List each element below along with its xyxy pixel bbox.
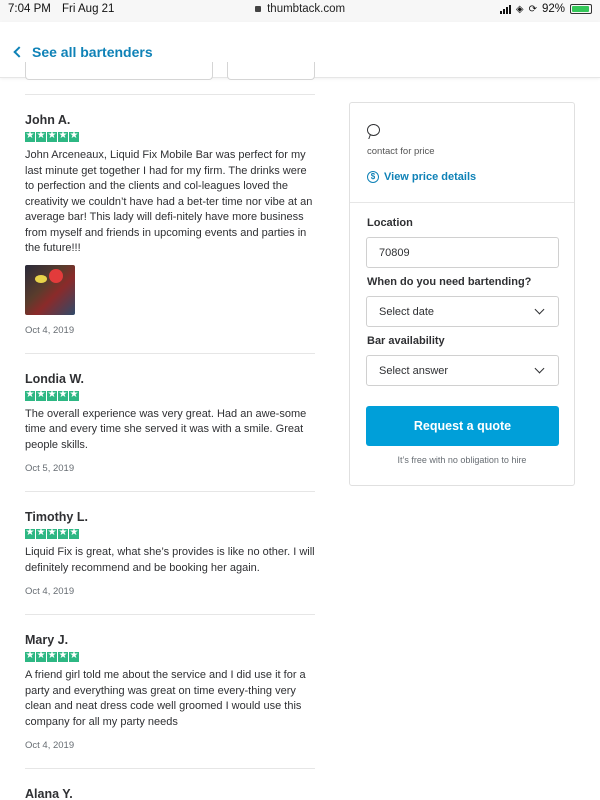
card-divider [350, 202, 574, 203]
star-icon [47, 130, 57, 142]
wifi-icon: ◈ [515, 3, 524, 15]
availability-select-value: Select answer [379, 365, 449, 377]
reviews-list: John A. John Arceneaux, Liquid Fix Mobil… [25, 94, 315, 800]
see-all-bartenders-link[interactable]: See all bartenders [12, 44, 153, 60]
review-text: The overall experience was very great. H… [25, 407, 307, 451]
chat-bubble-icon [367, 124, 380, 136]
status-bar: 7:04 PM Fri Aug 21 thumbtack.com ◈ ⟳ 92% [0, 0, 600, 22]
star-rating [25, 650, 315, 662]
star-icon [36, 650, 46, 662]
lock-icon [254, 6, 261, 12]
date-select-value: Select date [379, 306, 435, 318]
star-icon [58, 389, 68, 401]
star-icon [36, 130, 46, 142]
location-input[interactable]: 70809 [366, 237, 559, 268]
back-link-label: See all bartenders [32, 44, 153, 60]
star-icon [36, 527, 46, 539]
star-icon [69, 389, 79, 401]
star-icon [47, 389, 57, 401]
availability-select[interactable]: Select answer [366, 355, 559, 386]
rotation-lock-icon: ⟳ [528, 3, 537, 15]
star-rating [25, 389, 315, 401]
star-icon [58, 527, 68, 539]
review-item: Mary J. A friend girl told me about the … [25, 615, 315, 769]
price-details-label: View price details [384, 171, 477, 183]
cut-off-button-left[interactable] [25, 62, 213, 80]
review-item: Alana Y. [25, 769, 315, 800]
star-icon [69, 130, 79, 142]
status-right: ◈ ⟳ 92% [499, 3, 592, 15]
star-icon [25, 130, 35, 142]
star-icon [47, 650, 57, 662]
location-value: 70809 [379, 247, 410, 259]
reviewer-name: Londia W. [25, 371, 85, 386]
location-label: Location [367, 217, 413, 229]
chevron-down-icon [534, 363, 545, 374]
review-date: Oct 4, 2019 [25, 324, 75, 336]
star-icon [25, 650, 35, 662]
review-text: Liquid Fix is great, what she’s provides… [25, 546, 315, 574]
star-icon [25, 527, 35, 539]
reviewer-name: John A. [25, 113, 71, 127]
dollar-circle-icon: $ [367, 171, 379, 183]
cut-off-button-right[interactable] [227, 62, 315, 80]
battery-icon [570, 4, 592, 14]
contact-for-price: contact for price [367, 146, 435, 157]
url-text: thumbtack.com [267, 3, 346, 15]
review-photo-thumbnail[interactable] [25, 264, 75, 315]
star-icon [47, 527, 57, 539]
date-label: When do you need bartending? [367, 276, 532, 288]
star-icon [58, 130, 68, 142]
reviewer-name: Timothy L. [25, 510, 88, 524]
reviewer-name: Mary J. [25, 633, 69, 647]
request-quote-button[interactable]: Request a quote [366, 406, 559, 446]
review-item: John A. John Arceneaux, Liquid Fix Mobil… [25, 95, 315, 354]
review-date: Oct 4, 2019 [25, 740, 75, 751]
review-date: Oct 4, 2019 [25, 586, 75, 597]
star-icon [69, 650, 79, 662]
free-note: It’s free with no obligation to hire [397, 455, 527, 465]
star-icon [25, 389, 35, 401]
review-text: A friend girl told me about the service … [25, 669, 306, 728]
review-date: Oct 5, 2019 [25, 463, 75, 474]
chevron-left-icon [13, 46, 25, 58]
reviewer-name: Alana Y. [25, 787, 73, 800]
date-select[interactable]: Select date [366, 296, 559, 327]
star-rating [25, 130, 315, 142]
battery-fill [572, 6, 589, 12]
star-rating [25, 527, 315, 539]
availability-label: Bar availability [367, 335, 445, 347]
quote-card: contact for price $ View price details L… [349, 102, 575, 486]
chevron-down-icon [534, 304, 545, 315]
review-item: Timothy L. Liquid Fix is great, what she… [25, 492, 315, 615]
review-item: Londia W. The overall experience was ver… [25, 354, 315, 492]
star-icon [58, 650, 68, 662]
star-icon [36, 389, 46, 401]
battery-percent: 92% [541, 3, 565, 15]
view-price-details-link[interactable]: $ View price details [367, 171, 476, 183]
star-icon [69, 527, 79, 539]
review-text: John Arceneaux, Liquid Fix Mobile Bar wa… [25, 149, 313, 254]
signal-icon [499, 4, 511, 14]
